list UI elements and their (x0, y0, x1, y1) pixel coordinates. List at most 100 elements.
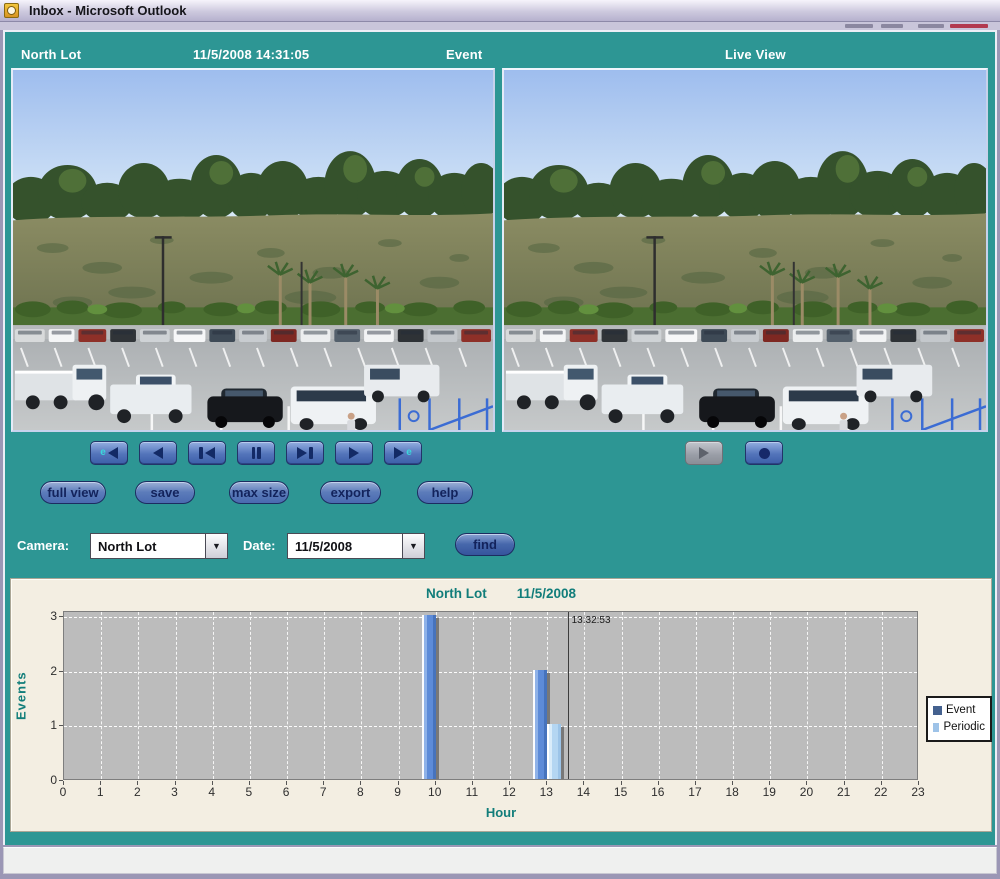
legend-item: Event (933, 702, 985, 719)
x-tick-mark (63, 781, 64, 785)
v-gridline (770, 612, 771, 779)
x-tick-mark (695, 781, 696, 785)
v-gridline (659, 612, 660, 779)
chart-title: North Lot 11/5/2008 (11, 586, 991, 601)
record-button[interactable] (745, 441, 783, 465)
v-gridline (622, 612, 623, 779)
x-tick-label: 5 (237, 785, 261, 799)
x-tick-mark (360, 781, 361, 785)
window-control-sliver (881, 24, 903, 28)
pause-button[interactable] (237, 441, 275, 465)
v-gridline (510, 612, 511, 779)
x-tick-label: 12 (497, 785, 521, 799)
prev-event-button[interactable]: e (90, 441, 128, 465)
x-tick-label: 6 (274, 785, 298, 799)
legend-item: Periodic (933, 719, 985, 736)
help-button[interactable]: help (417, 481, 473, 504)
outlook-window: Inbox - Microsoft Outlook North Lot 11/5… (0, 0, 1000, 879)
next-event-button[interactable]: e (384, 441, 422, 465)
event-view-label: Event (446, 47, 482, 62)
step-forward-icon (309, 447, 313, 459)
clock-face (7, 6, 16, 15)
camera-select-value: North Lot (91, 534, 205, 558)
chevron-down-icon[interactable]: ▼ (402, 534, 424, 558)
record-icon (759, 448, 770, 459)
live-play-button (685, 441, 723, 465)
x-tick-mark (435, 781, 436, 785)
x-tick-label: 3 (163, 785, 187, 799)
event-bar-hour-13 (533, 670, 547, 779)
live-view-label: Live View (725, 47, 786, 62)
x-tick-mark (583, 781, 584, 785)
pause-icon (252, 447, 256, 459)
x-tick-label: 16 (646, 785, 670, 799)
step-forward-icon (297, 447, 307, 459)
max-size-button[interactable]: max size (229, 481, 289, 504)
x-tick-mark (844, 781, 845, 785)
camera-select[interactable]: North Lot ▼ (90, 533, 228, 559)
chart-legend: EventPeriodic (926, 696, 992, 742)
step-forward-button[interactable] (286, 441, 324, 465)
step-back-button[interactable] (188, 441, 226, 465)
v-gridline (324, 612, 325, 779)
x-tick-label: 20 (794, 785, 818, 799)
full-view-button[interactable]: full view (40, 481, 106, 504)
x-tick-label: 18 (720, 785, 744, 799)
v-gridline (696, 612, 697, 779)
v-gridline (213, 612, 214, 779)
date-select[interactable]: 11/5/2008 ▼ (287, 533, 425, 559)
x-tick-mark (212, 781, 213, 785)
play-reverse-button[interactable] (139, 441, 177, 465)
y-axis-label: Events (13, 611, 29, 780)
h-gridline (64, 726, 917, 727)
x-tick-label: 8 (348, 785, 372, 799)
y-tick-mark (59, 725, 63, 726)
y-tick-label: 3 (29, 609, 57, 623)
v-gridline (399, 612, 400, 779)
x-tick-label: 10 (423, 785, 447, 799)
x-tick-label: 7 (311, 785, 335, 799)
periodic-bar-hour-13 (547, 724, 561, 779)
titlebar: Inbox - Microsoft Outlook (0, 0, 1000, 22)
x-tick-mark (323, 781, 324, 785)
parking-lot-photo (13, 70, 493, 430)
y-tick-label: 2 (29, 664, 57, 678)
h-gridline (64, 617, 917, 618)
camera-name-label: North Lot (21, 47, 81, 62)
timestamp-label: 11/5/2008 14:31:05 (193, 47, 309, 62)
next-event-icon (394, 447, 404, 459)
status-bar (3, 847, 997, 874)
legend-swatch-icon (933, 723, 939, 732)
event-bar-hour-10 (422, 615, 436, 779)
h-gridline (64, 672, 917, 673)
window-control-sliver (918, 24, 944, 28)
x-tick-label: 13 (534, 785, 558, 799)
v-gridline (733, 612, 734, 779)
x-tick-label: 14 (571, 785, 595, 799)
chevron-down-icon[interactable]: ▼ (205, 534, 227, 558)
find-button[interactable]: find (455, 533, 515, 556)
x-tick-mark (881, 781, 882, 785)
x-tick-mark (100, 781, 101, 785)
pause-icon (257, 447, 261, 459)
play-button[interactable] (335, 441, 373, 465)
x-tick-label: 23 (906, 785, 930, 799)
close-button-sliver[interactable] (950, 24, 988, 28)
window-title: Inbox - Microsoft Outlook (29, 3, 186, 18)
save-button[interactable]: save (135, 481, 195, 504)
x-tick-label: 2 (125, 785, 149, 799)
x-tick-mark (472, 781, 473, 785)
play-icon (349, 447, 359, 459)
step-back-icon (199, 447, 203, 459)
v-gridline (138, 612, 139, 779)
v-gridline (845, 612, 846, 779)
legend-label: Event (946, 702, 975, 719)
v-gridline (361, 612, 362, 779)
x-tick-label: 17 (683, 785, 707, 799)
x-tick-label: 1 (88, 785, 112, 799)
x-tick-label: 19 (757, 785, 781, 799)
x-tick-mark (918, 781, 919, 785)
v-gridline (584, 612, 585, 779)
x-tick-mark (806, 781, 807, 785)
export-button[interactable]: export (320, 481, 381, 504)
